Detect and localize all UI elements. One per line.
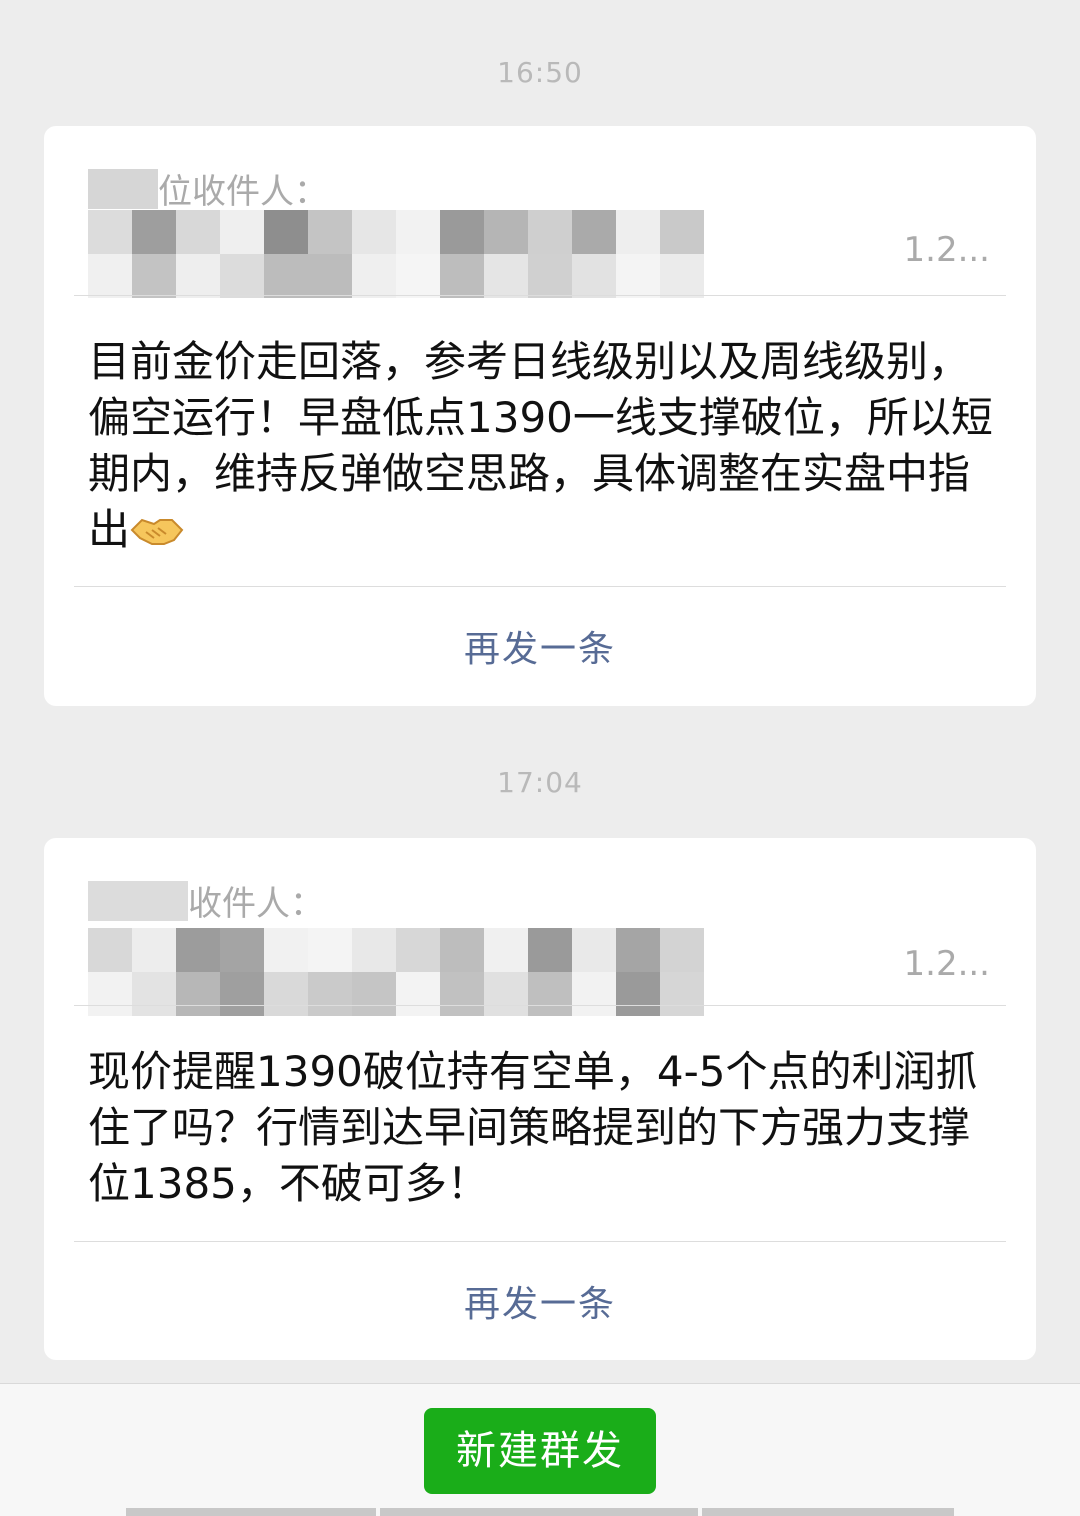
resend-button[interactable]: 再发一条 [44,620,1036,672]
handshake-emoji-icon [130,508,184,548]
blurred-count [88,169,158,209]
bottom-bar: 新建群发 [0,1383,1080,1516]
blurred-count [88,881,188,921]
message-text: 现价提醒1390破位持有空单，4-5个点的利润抓住了吗？行情到达早间策略提到的下… [88,1047,978,1208]
recipient-list-tail: 1.2... [903,944,991,984]
divider [74,1005,1006,1006]
resend-button[interactable]: 再发一条 [44,1275,1036,1327]
mass-message-card: 收件人： 1.2... 现价提醒1390破位持有空单，4-5个点的利润抓住了吗？… [44,838,1036,1360]
recipient-list-tail: 1.2... [903,230,991,270]
new-mass-send-button[interactable]: 新建群发 [424,1408,656,1494]
recipient-count-label: 位收件人： [88,164,328,213]
mass-message-card: 位收件人： 1.2... 目前金价走回落，参考日线级别以及周线级别，偏空运行！早… [44,126,1036,706]
divider [74,586,1006,587]
divider [74,295,1006,296]
timestamp: 16:50 [497,56,583,89]
divider [74,1241,1006,1242]
recipient-count-label: 收件人： [88,876,324,925]
message-text: 目前金价走回落，参考日线级别以及周线级别，偏空运行！早盘低点1390一线支撑破位… [88,337,993,554]
timestamp: 17:04 [497,766,583,799]
